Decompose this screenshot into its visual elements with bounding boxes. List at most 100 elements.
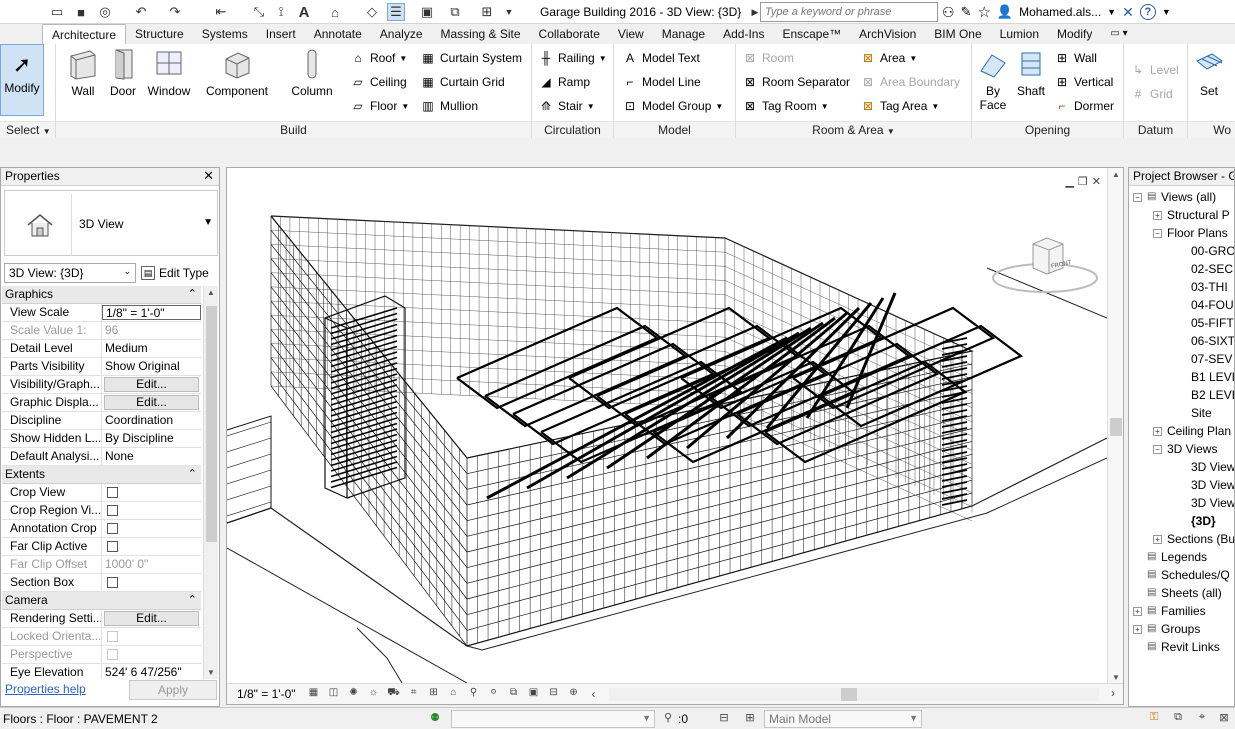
worksets-icon[interactable]: ⚉ bbox=[427, 711, 443, 727]
constraints-icon[interactable]: ⊕ bbox=[566, 687, 582, 701]
collapse-icon[interactable]: ⌃ bbox=[188, 286, 197, 303]
curtain-grid-button[interactable]: ▦ Curtain Grid bbox=[420, 71, 504, 93]
visual-style-icon[interactable]: ◫ bbox=[326, 687, 342, 701]
mullion-button[interactable]: ▥ Mullion bbox=[420, 95, 478, 117]
expand-icon[interactable]: + bbox=[1133, 607, 1142, 616]
dormer-button[interactable]: ⌐ Dormer bbox=[1054, 95, 1114, 117]
model-text-button[interactable]: A Model Text bbox=[622, 47, 700, 69]
type-dropdown-icon[interactable]: ▼ bbox=[203, 217, 213, 228]
expand-icon[interactable]: + bbox=[1153, 427, 1162, 436]
select-underlay-icon[interactable]: ⧉ bbox=[1170, 711, 1186, 727]
3d-view-icon[interactable]: ⌂ bbox=[326, 3, 344, 21]
collapse-icon[interactable]: − bbox=[1153, 445, 1162, 454]
expand-icon[interactable]: + bbox=[1153, 535, 1162, 544]
browser-tree-item[interactable]: ▤ Sheets (all) bbox=[1129, 584, 1234, 602]
tab-analyze[interactable]: Analyze bbox=[371, 24, 432, 44]
scroll-up-icon[interactable]: ▲ bbox=[207, 288, 215, 297]
analytical-model-icon[interactable]: ⊟ bbox=[546, 687, 562, 701]
modify-button[interactable]: ➚ Modify bbox=[0, 44, 44, 116]
tab-enscape[interactable]: Enscape™ bbox=[773, 24, 850, 44]
tab-add-ins[interactable]: Add-Ins bbox=[714, 24, 773, 44]
column-button[interactable]: Column bbox=[288, 48, 336, 98]
browser-tree-item[interactable]: − Floor Plans bbox=[1129, 224, 1234, 242]
view-scale-control[interactable]: 1/8" = 1'-0" bbox=[227, 687, 304, 701]
expand-icon[interactable]: + bbox=[1153, 211, 1162, 220]
vertical-scroll-thumb[interactable] bbox=[1110, 418, 1122, 436]
browser-tree-item[interactable]: Site bbox=[1129, 404, 1234, 422]
browser-tree-item[interactable]: 03-THI bbox=[1129, 278, 1234, 296]
browser-tree-item[interactable]: 3D View bbox=[1129, 494, 1234, 512]
property-group-header[interactable]: Extents ⌃ bbox=[2, 466, 201, 484]
favorites-star-icon[interactable]: ☆ bbox=[977, 3, 990, 21]
switch-windows-icon[interactable]: ⧉ bbox=[446, 3, 464, 21]
room-area-panel-title[interactable]: Room & Area ▼ bbox=[736, 121, 971, 138]
tab-systems[interactable]: Systems bbox=[193, 24, 257, 44]
select-panel-title[interactable]: Select ▼ bbox=[0, 121, 55, 138]
communication-icon[interactable]: ✎ bbox=[961, 4, 972, 20]
design-option-select[interactable]: Main Model ▼ bbox=[764, 710, 922, 728]
window-button[interactable]: Window bbox=[146, 48, 192, 98]
tab-insert[interactable]: Insert bbox=[257, 24, 305, 44]
browser-tree-item[interactable]: 3D View bbox=[1129, 458, 1234, 476]
open-icon[interactable]: ▭ bbox=[48, 3, 66, 21]
property-edit-button[interactable]: Edit... bbox=[104, 611, 199, 626]
tab-bim-one[interactable]: BIM One bbox=[925, 24, 990, 44]
shadows-icon[interactable]: ☼ bbox=[366, 687, 382, 701]
scroll-up-arrow-icon[interactable]: ▲ bbox=[1112, 170, 1120, 179]
level-button[interactable]: ↳ Level bbox=[1130, 59, 1179, 81]
editable-only-icon[interactable]: ⊟ bbox=[716, 711, 732, 727]
viewcube[interactable]: FRONT bbox=[987, 232, 1107, 302]
model-group-button[interactable]: ⊡ Model Group ▼ bbox=[622, 95, 723, 117]
browser-tree-item[interactable]: + Structural P bbox=[1129, 206, 1234, 224]
by-face-button[interactable]: By Face bbox=[976, 48, 1010, 112]
show-crop-icon[interactable]: ⊞ bbox=[426, 687, 442, 701]
view-vertical-scrollbar[interactable]: ▲ ▼ bbox=[1107, 168, 1123, 684]
browser-tree-item[interactable]: −3D Views bbox=[1129, 440, 1234, 458]
detail-level-icon[interactable]: ▦ bbox=[306, 687, 322, 701]
properties-help-link[interactable]: Properties help bbox=[5, 682, 86, 696]
customize-icon[interactable]: ⊞ bbox=[478, 3, 496, 21]
tab-view[interactable]: View bbox=[609, 24, 653, 44]
tab-structure[interactable]: Structure bbox=[126, 24, 193, 44]
vertical-opening-button[interactable]: ⊞ Vertical bbox=[1054, 71, 1113, 93]
property-value[interactable]: 1/8" = 1'-0" bbox=[102, 305, 201, 320]
roof-button[interactable]: ⌂ Roof ▼ bbox=[350, 47, 407, 69]
curtain-system-button[interactable]: ▦ Curtain System bbox=[420, 47, 522, 69]
tab-lumion[interactable]: Lumion bbox=[991, 24, 1048, 44]
apply-button[interactable]: Apply bbox=[129, 680, 217, 700]
user-icon[interactable]: 👤 bbox=[997, 4, 1013, 20]
browser-tree-item[interactable]: + ▤ Groups bbox=[1129, 620, 1234, 638]
tag-room-button[interactable]: ⊠ Tag Room ▼ bbox=[742, 95, 829, 117]
scroll-down-arrow-icon[interactable]: ▼ bbox=[1112, 673, 1120, 682]
binoculars-icon[interactable]: ⚇ bbox=[942, 4, 955, 21]
model-line-button[interactable]: ⌐ Model Line bbox=[622, 71, 700, 93]
help-dropdown-icon[interactable]: ▼ bbox=[1162, 7, 1171, 17]
reveal-hidden-icon[interactable]: ⚪ bbox=[486, 687, 502, 701]
user-dropdown-icon[interactable]: ▼ bbox=[1107, 7, 1116, 17]
property-edit-button[interactable]: Edit... bbox=[104, 377, 199, 392]
scroll-thumb[interactable] bbox=[206, 306, 217, 542]
measure-icon[interactable]: ⇤ bbox=[212, 3, 230, 21]
set-button[interactable]: Set bbox=[1192, 48, 1226, 98]
exchange-icon[interactable]: ✕ bbox=[1122, 4, 1134, 21]
ramp-button[interactable]: ◢ Ramp bbox=[538, 71, 590, 93]
select-links-icon[interactable]: ⚿ bbox=[1146, 711, 1162, 727]
tab-modify[interactable]: Modify bbox=[1048, 24, 1101, 44]
dimension-icon[interactable]: ⤡ bbox=[250, 3, 268, 21]
property-value[interactable]: 524' 6 47/256" bbox=[102, 664, 201, 679]
browser-tree-item[interactable]: 05-FIFT bbox=[1129, 314, 1234, 332]
user-name[interactable]: Mohamed.als... bbox=[1019, 5, 1101, 19]
type-selector[interactable]: 3D View ▼ bbox=[4, 190, 218, 256]
browser-tree-item[interactable]: + Ceiling Plan bbox=[1129, 422, 1234, 440]
search-input[interactable]: Type a keyword or phrase bbox=[760, 2, 938, 22]
browser-tree-item[interactable]: B2 LEVE bbox=[1129, 386, 1234, 404]
view-horizontal-scrollbar[interactable]: › bbox=[609, 686, 1115, 701]
browser-tree-item[interactable]: 04-FOU bbox=[1129, 296, 1234, 314]
worksharing-icon[interactable]: ⧉ bbox=[506, 687, 522, 701]
grid-button[interactable]: # Grid bbox=[1130, 83, 1173, 105]
browser-tree-item[interactable]: + Sections (Bu bbox=[1129, 530, 1234, 548]
floor-button[interactable]: ▱ Floor ▼ bbox=[350, 95, 409, 117]
edit-type-button[interactable]: ▤ Edit Type bbox=[141, 263, 209, 283]
door-button[interactable]: Door bbox=[108, 48, 138, 98]
property-checkbox[interactable] bbox=[107, 541, 118, 552]
